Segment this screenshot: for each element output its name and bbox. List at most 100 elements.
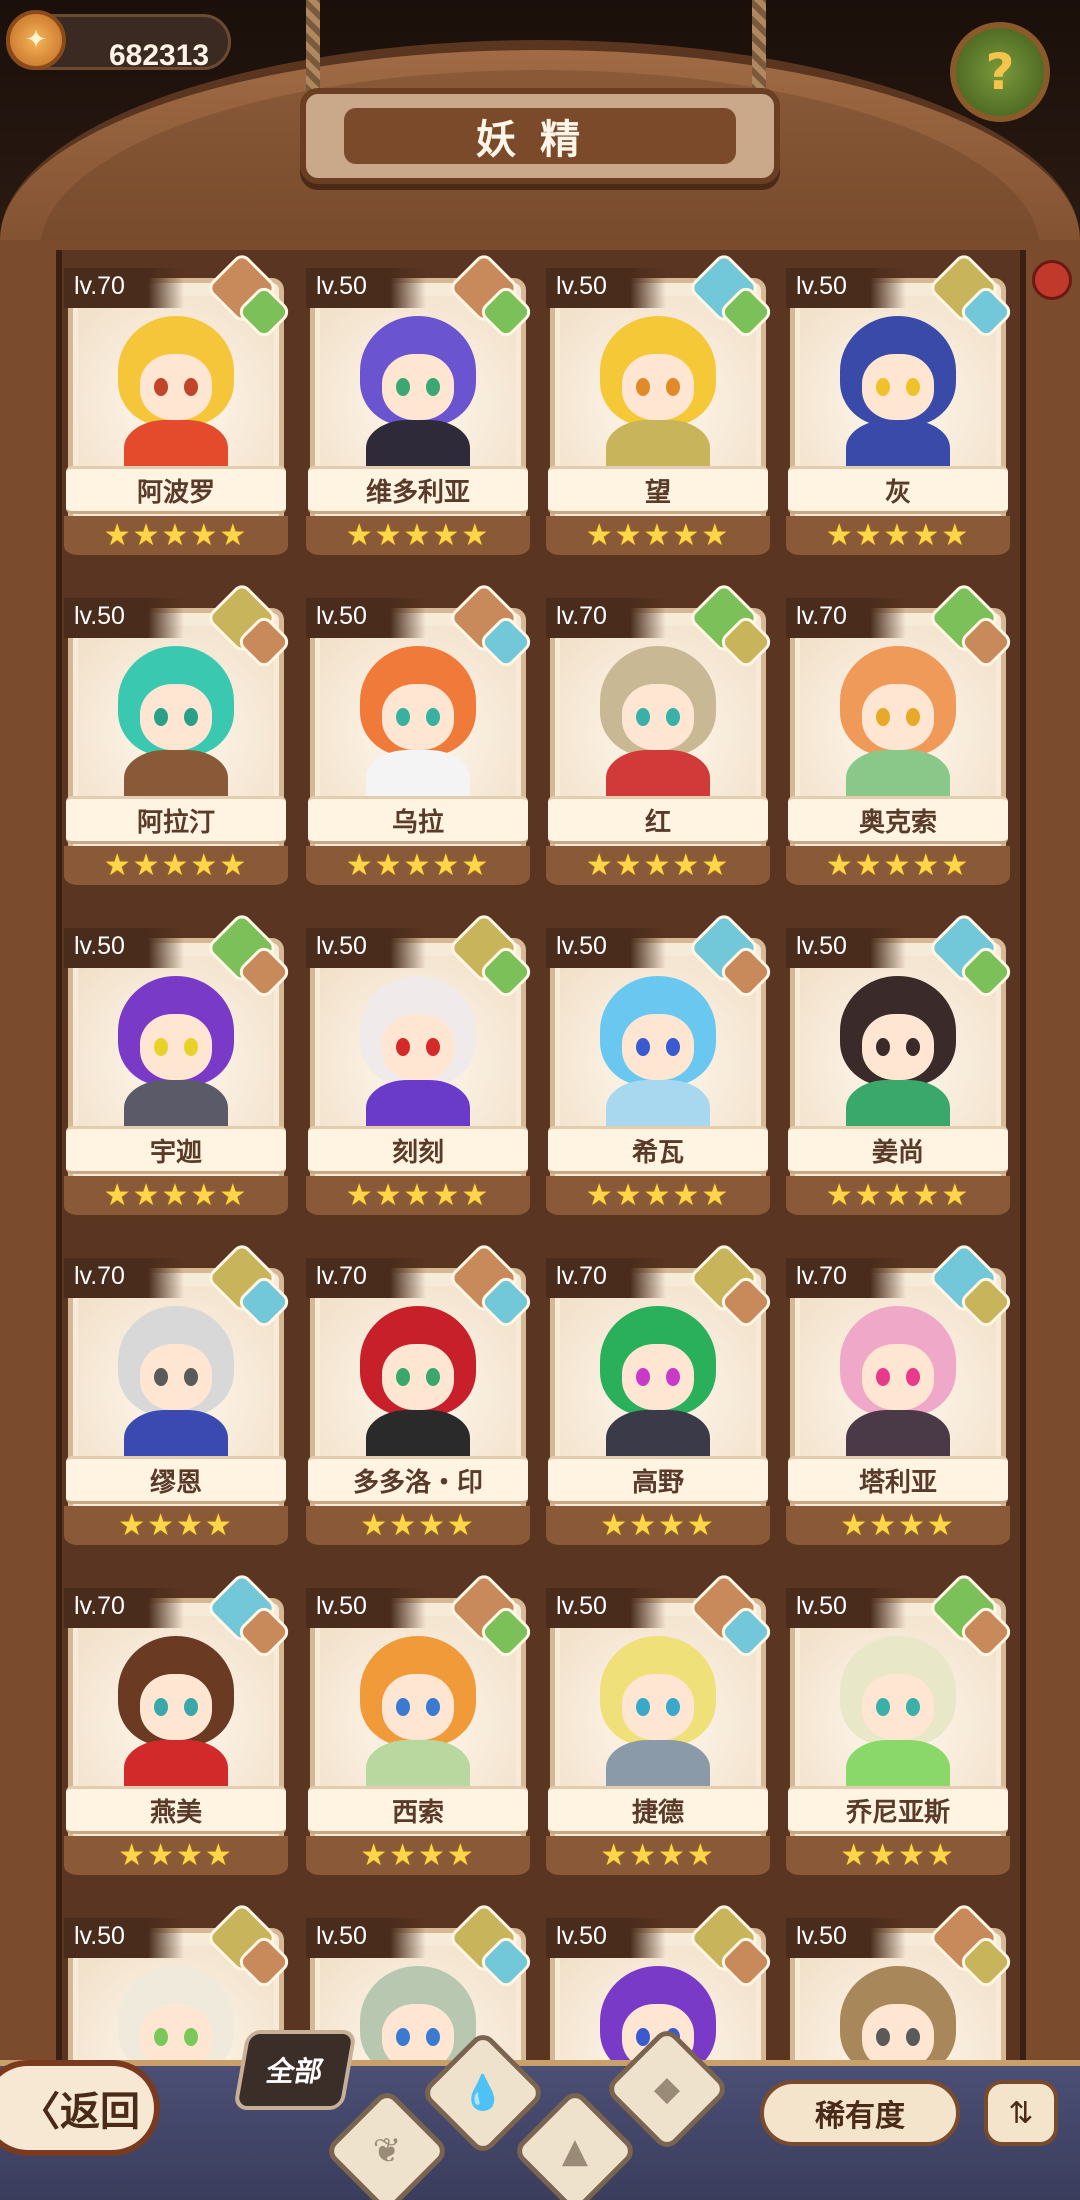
fairy-portrait — [560, 956, 756, 1136]
title-plate: 妖精 — [300, 88, 780, 184]
portrait-eye — [666, 708, 680, 726]
fairy-card[interactable]: lv.50 乌拉 ★★★★★ — [306, 581, 535, 894]
level-tag: lv.70 — [64, 1588, 184, 1628]
fairy-card[interactable]: lv.50 西索 ★★★★ — [306, 1571, 535, 1884]
fairy-name: 多多洛・印 — [308, 1456, 528, 1504]
fairy-card[interactable]: lv.70 高野 ★★★★ — [546, 1241, 775, 1554]
fairy-card[interactable]: lv.50 希瓦 ★★★★★ — [546, 911, 775, 1224]
fairy-portrait — [560, 1286, 756, 1466]
level-tag: lv.50 — [306, 598, 426, 638]
star-rating: ★★★★★ — [306, 516, 530, 560]
fairy-portrait — [800, 626, 996, 806]
portrait-eye — [396, 1038, 410, 1056]
portrait-eye — [426, 1038, 440, 1056]
fairy-card[interactable]: lv.70 燕美 ★★★★ — [64, 1571, 293, 1884]
level-tag: lv.50 — [64, 1918, 184, 1958]
star-rating: ★★★★★ — [64, 516, 288, 560]
fairy-name: 希瓦 — [548, 1126, 768, 1174]
portrait-eye — [396, 708, 410, 726]
fairy-card[interactable]: lv.50 望 ★★★★★ — [546, 251, 775, 564]
star-rating: ★★★★★ — [64, 846, 288, 890]
fairy-portrait — [320, 1616, 516, 1796]
portrait-eye — [184, 1368, 198, 1386]
portrait-eye — [426, 1698, 440, 1716]
sort-order-icon: ⇅ — [1008, 2095, 1034, 2131]
sort-rarity-button[interactable]: 稀有度 — [760, 2080, 960, 2146]
water-element-icon: 💧 — [461, 2073, 505, 2113]
star-rating: ★★★★ — [306, 1836, 530, 1880]
back-button[interactable]: 〈返回 — [0, 2060, 160, 2156]
level-tag: lv.50 — [786, 268, 906, 308]
fairy-name: 刻刻 — [308, 1126, 528, 1174]
fairy-card[interactable]: lv.50 灰 ★★★★★ — [786, 251, 1015, 564]
level-tag: lv.70 — [64, 1258, 184, 1298]
portrait-eye — [906, 1698, 920, 1716]
fairy-name: 阿波罗 — [66, 466, 286, 514]
fairy-portrait — [320, 296, 516, 476]
fairy-card[interactable]: lv.70 红 ★★★★★ — [546, 581, 775, 894]
fairy-card[interactable]: lv.50 乔尼亚斯 ★★★★ — [786, 1571, 1015, 1884]
fairy-portrait — [78, 626, 274, 806]
rope-left — [306, 0, 320, 100]
fairy-portrait — [560, 626, 756, 806]
portrait-eye — [154, 1368, 168, 1386]
fairy-card[interactable]: lv.50 宇迦 ★★★★★ — [64, 911, 293, 1224]
fairy-name: 姜尚 — [788, 1126, 1008, 1174]
level-tag: lv.50 — [786, 1918, 906, 1958]
portrait-eye — [876, 1038, 890, 1056]
fairy-card[interactable]: lv.70 塔利亚 ★★★★ — [786, 1241, 1015, 1554]
portrait-eye — [876, 1698, 890, 1716]
star-rating: ★★★★ — [546, 1506, 770, 1550]
level-tag: lv.70 — [64, 268, 184, 308]
fairy-card[interactable]: lv.50 捷德 ★★★★ — [546, 1571, 775, 1884]
coin-icon: ✦ — [6, 10, 66, 70]
fairy-card[interactable]: lv.70 缪恩 ★★★★ — [64, 1241, 293, 1554]
star-rating: ★★★★★ — [546, 516, 770, 560]
portrait-face — [862, 354, 934, 420]
fairy-name: 奥克索 — [788, 796, 1008, 844]
level-tag: lv.50 — [64, 598, 184, 638]
star-rating: ★★★★★ — [546, 1176, 770, 1220]
fairy-card[interactable]: lv.70 奥克索 ★★★★★ — [786, 581, 1015, 894]
fairy-card[interactable]: lv.50 阿拉汀 ★★★★★ — [64, 581, 293, 894]
portrait-eye — [906, 1038, 920, 1056]
scroll-indicator[interactable] — [1032, 260, 1072, 300]
portrait-eye — [426, 2028, 440, 2046]
back-label: 〈返回 — [20, 2089, 140, 2135]
portrait-face — [622, 684, 694, 750]
fairy-portrait — [800, 956, 996, 1136]
fairy-name: 捷德 — [548, 1786, 768, 1834]
fairy-portrait — [560, 1616, 756, 1796]
fairy-portrait — [560, 296, 756, 476]
fairy-name: 望 — [548, 466, 768, 514]
fairy-card[interactable]: lv.50 维多利亚 ★★★★★ — [306, 251, 535, 564]
fairy-card[interactable]: lv.70 阿波罗 ★★★★★ — [64, 251, 293, 564]
filter-all-button[interactable]: 全部 — [232, 2030, 358, 2110]
portrait-eye — [396, 1368, 410, 1386]
star-rating: ★★★★ — [546, 1836, 770, 1880]
portrait-eye — [426, 378, 440, 396]
portrait-face — [622, 354, 694, 420]
fairy-name: 宇迦 — [66, 1126, 286, 1174]
portrait-eye — [906, 708, 920, 726]
fairy-card[interactable]: lv.50 刻刻 ★★★★★ — [306, 911, 535, 1224]
fairy-name: 灰 — [788, 466, 1008, 514]
fairy-portrait — [78, 1616, 274, 1796]
fairy-name: 维多利亚 — [308, 466, 528, 514]
portrait-face — [862, 1674, 934, 1740]
rope-right — [752, 0, 766, 100]
sort-order-button[interactable]: ⇅ — [984, 2080, 1058, 2146]
fairy-card[interactable]: lv.70 多多洛・印 ★★★★ — [306, 1241, 535, 1554]
fairy-card[interactable]: lv.50 姜尚 ★★★★★ — [786, 911, 1015, 1224]
portrait-eye — [876, 708, 890, 726]
level-tag: lv.50 — [64, 928, 184, 968]
portrait-eye — [396, 378, 410, 396]
portrait-eye — [636, 1368, 650, 1386]
help-button[interactable]: ? — [950, 22, 1050, 122]
portrait-eye — [396, 1698, 410, 1716]
fairy-portrait — [320, 1286, 516, 1466]
star-rating: ★★★★★ — [786, 1176, 1010, 1220]
level-tag: lv.50 — [546, 268, 666, 308]
level-tag: lv.50 — [786, 1588, 906, 1628]
portrait-face — [140, 1014, 212, 1080]
